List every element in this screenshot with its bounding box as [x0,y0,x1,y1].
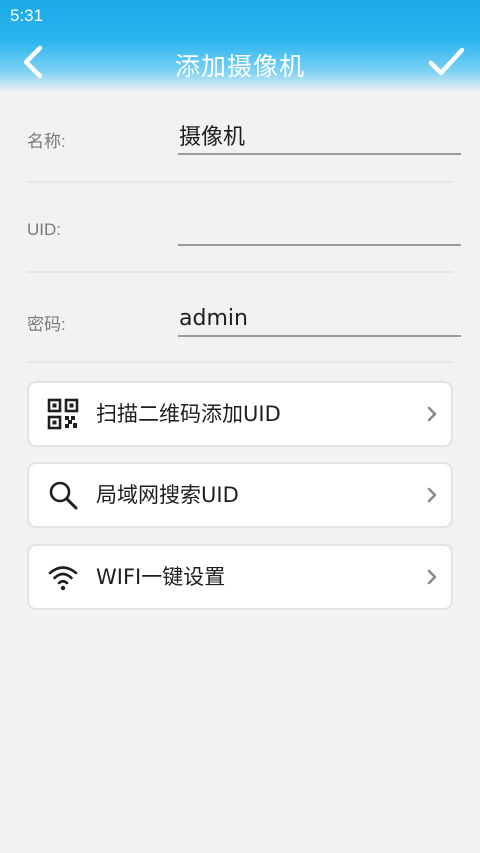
scan-qr-label: 扫描二维码添加UID [96,402,281,426]
qr-code-icon [47,398,79,430]
password-field[interactable] [178,301,461,335]
divider [27,271,453,273]
name-field[interactable] [178,118,461,152]
name-field-container [178,118,461,152]
confirm-button[interactable] [426,44,466,80]
password-field-underline [178,335,461,337]
password-field-container [178,301,461,335]
divider [27,181,453,183]
uid-field-underline [178,244,461,246]
uid-label: UID: [27,220,61,239]
status-bar-time: 5:31 [10,6,44,25]
wifi-icon [48,566,78,591]
checkmark-icon [428,47,465,76]
app-header: 5:31 添加摄像机 [0,0,480,92]
scan-qr-button[interactable]: 扫描二维码添加UID [27,381,453,447]
name-label: 名称: [27,132,66,151]
page-title: 添加摄像机 [174,52,305,81]
name-field-underline [178,153,461,155]
chevron-right-icon [427,487,437,503]
uid-field[interactable] [178,208,461,242]
divider [27,361,453,363]
wifi-setup-label: WIFI一键设置 [96,565,226,589]
wifi-setup-button[interactable]: WIFI一键设置 [27,544,453,610]
password-label: 密码: [27,315,66,334]
search-icon [49,481,78,510]
chevron-right-icon [427,569,437,585]
lan-search-label: 局域网搜索UID [96,483,239,507]
lan-search-button[interactable]: 局域网搜索UID [27,462,453,528]
uid-field-container [178,208,461,242]
chevron-right-icon [427,406,437,422]
